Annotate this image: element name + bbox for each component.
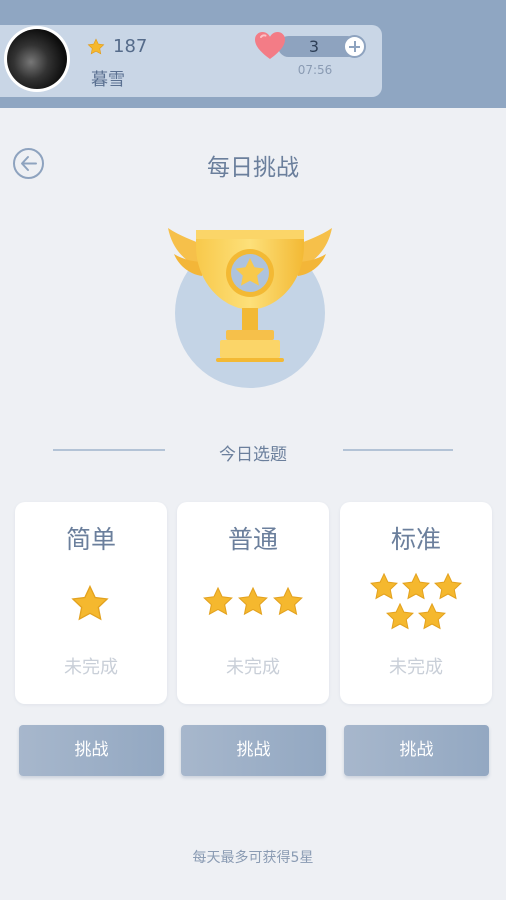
star-icon xyxy=(71,584,109,621)
star-icon xyxy=(273,586,303,616)
challenge-button-easy[interactable]: 挑战 xyxy=(19,725,164,776)
star-icon xyxy=(434,572,462,600)
star-icon xyxy=(87,38,105,55)
star-icon xyxy=(370,572,398,600)
section-title: 今日选题 xyxy=(219,445,287,465)
lives-timer: 07:56 xyxy=(297,63,333,77)
daily-limit-note: 每天最多可获得5星 xyxy=(192,850,314,866)
challenge-button-standard[interactable]: 挑战 xyxy=(344,725,489,776)
page-title: 每日挑战 xyxy=(207,155,299,181)
challenge-card-standard: 标准 未完成 xyxy=(340,502,492,704)
add-lives-button[interactable] xyxy=(343,35,366,58)
star-icon xyxy=(402,572,430,600)
lives-count: 3 xyxy=(308,37,320,56)
star-icon xyxy=(203,586,233,616)
score-value: 187 xyxy=(113,36,148,57)
challenge-card-normal: 普通 未完成 xyxy=(177,502,329,704)
card-title: 标准 xyxy=(390,525,441,554)
card-status: 未完成 xyxy=(389,657,443,678)
star-icon xyxy=(418,602,446,630)
card-title: 普通 xyxy=(227,525,278,554)
trophy-icon xyxy=(168,228,332,362)
heart-icon xyxy=(255,32,285,59)
card-title: 简单 xyxy=(65,525,116,554)
username: 暮雪 xyxy=(91,70,125,90)
star-icon xyxy=(238,586,268,616)
card-status: 未完成 xyxy=(64,657,118,678)
star-icon xyxy=(386,602,414,630)
challenge-button-normal[interactable]: 挑战 xyxy=(181,725,326,776)
challenge-card-easy: 简单 未完成 xyxy=(15,502,167,704)
avatar[interactable] xyxy=(4,26,70,92)
card-status: 未完成 xyxy=(226,657,280,678)
